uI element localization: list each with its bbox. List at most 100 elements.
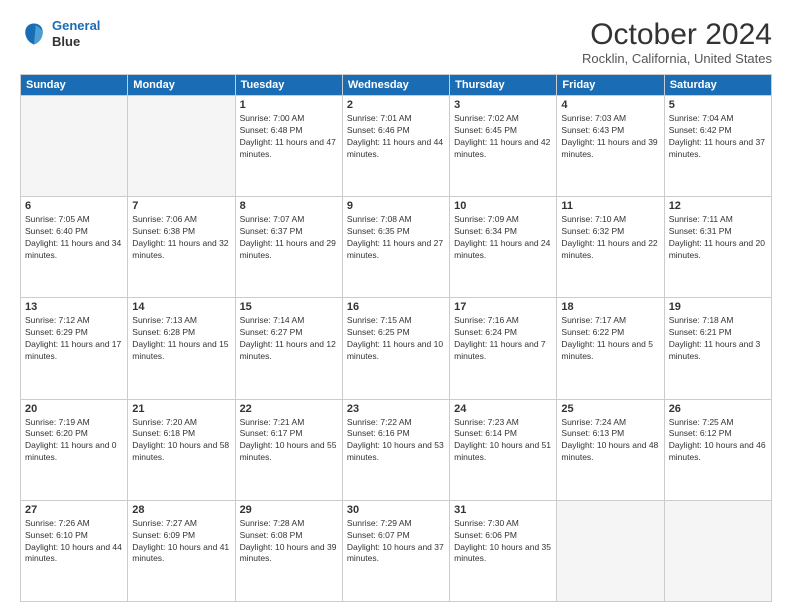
day-cell-6: 6Sunrise: 7:05 AMSunset: 6:40 PMDaylight… (21, 197, 128, 298)
week-row-4: 20Sunrise: 7:19 AMSunset: 6:20 PMDayligh… (21, 399, 772, 500)
week-row-2: 6Sunrise: 7:05 AMSunset: 6:40 PMDaylight… (21, 197, 772, 298)
day-info: Sunrise: 7:09 AMSunset: 6:34 PMDaylight:… (454, 214, 552, 262)
day-cell-28: 28 Sunrise: 7:27 AMSunset: 6:09 PMDayligh… (128, 500, 235, 601)
day-info: Sunrise: 7:12 AMSunset: 6:29 PMDaylight:… (25, 315, 123, 363)
day-cell-1: 1 Sunrise: 7:00 AMSunset: 6:48 PMDaylight… (235, 96, 342, 197)
day-info: Sunrise: 7:03 AMSunset: 6:43 PMDaylight:… (561, 113, 659, 161)
day-cell-21: 21Sunrise: 7:20 AMSunset: 6:18 PMDayligh… (128, 399, 235, 500)
day-info: Sunrise: 7:13 AMSunset: 6:28 PMDaylight:… (132, 315, 230, 363)
week-row-5: 27 Sunrise: 7:26 AMSunset: 6:10 PMDayligh… (21, 500, 772, 601)
day-cell-2: 2 Sunrise: 7:01 AMSunset: 6:46 PMDaylight… (342, 96, 449, 197)
day-cell-25: 25Sunrise: 7:24 AMSunset: 6:13 PMDayligh… (557, 399, 664, 500)
day-info: Sunrise: 7:10 AMSunset: 6:32 PMDaylight:… (561, 214, 659, 262)
day-info: Sunrise: 7:02 AMSunset: 6:45 PMDaylight:… (454, 113, 552, 161)
day-number: 8 (240, 200, 338, 212)
day-cell-10: 10 Sunrise: 7:09 AMSunset: 6:34 PMDayligh… (450, 197, 557, 298)
day-info: Sunrise: 7:26 AMSunset: 6:10 PMDaylight:… (25, 518, 123, 566)
calendar-table: SundayMondayTuesdayWednesdayThursdayFrid… (20, 74, 772, 602)
day-info: Sunrise: 7:07 AMSunset: 6:37 PMDaylight:… (240, 214, 338, 262)
day-number: 10 (454, 200, 552, 212)
day-number: 27 (25, 504, 123, 516)
day-cell-16: 16 Sunrise: 7:15 AMSunset: 6:25 PMDayligh… (342, 298, 449, 399)
logo-text: General Blue (52, 18, 100, 49)
day-cell-27: 27 Sunrise: 7:26 AMSunset: 6:10 PMDayligh… (21, 500, 128, 601)
page-title: October 2024 (582, 18, 772, 51)
day-number: 17 (454, 301, 552, 313)
day-number: 21 (132, 403, 230, 415)
logo-icon (20, 20, 48, 48)
empty-cell (21, 96, 128, 197)
day-number: 5 (669, 99, 767, 111)
day-number: 24 (454, 403, 552, 415)
weekday-header-saturday: Saturday (664, 75, 771, 96)
day-cell-24: 24 Sunrise: 7:23 AMSunset: 6:14 PMDayligh… (450, 399, 557, 500)
day-info: Sunrise: 7:17 AMSunset: 6:22 PMDaylight:… (561, 315, 659, 363)
day-info: Sunrise: 7:08 AMSunset: 6:35 PMDaylight:… (347, 214, 445, 262)
day-info: Sunrise: 7:16 AMSunset: 6:24 PMDaylight:… (454, 315, 552, 363)
day-cell-3: 3Sunrise: 7:02 AMSunset: 6:45 PMDaylight… (450, 96, 557, 197)
empty-cell (557, 500, 664, 601)
day-number: 29 (240, 504, 338, 516)
day-info: Sunrise: 7:06 AMSunset: 6:38 PMDaylight:… (132, 214, 230, 262)
day-number: 2 (347, 99, 445, 111)
weekday-header-friday: Friday (557, 75, 664, 96)
day-info: Sunrise: 7:28 AMSunset: 6:08 PMDaylight:… (240, 518, 338, 566)
day-number: 20 (25, 403, 123, 415)
empty-cell (128, 96, 235, 197)
day-cell-8: 8 Sunrise: 7:07 AMSunset: 6:37 PMDaylight… (235, 197, 342, 298)
day-info: Sunrise: 7:25 AMSunset: 6:12 PMDaylight:… (669, 417, 767, 465)
logo-general: General (52, 18, 100, 33)
day-number: 16 (347, 301, 445, 313)
logo: General Blue (20, 18, 100, 49)
day-info: Sunrise: 7:00 AMSunset: 6:48 PMDaylight:… (240, 113, 338, 161)
day-info: Sunrise: 7:05 AMSunset: 6:40 PMDaylight:… (25, 214, 123, 262)
day-cell-29: 29 Sunrise: 7:28 AMSunset: 6:08 PMDayligh… (235, 500, 342, 601)
day-info: Sunrise: 7:30 AMSunset: 6:06 PMDaylight:… (454, 518, 552, 566)
day-info: Sunrise: 7:27 AMSunset: 6:09 PMDaylight:… (132, 518, 230, 566)
day-info: Sunrise: 7:18 AMSunset: 6:21 PMDaylight:… (669, 315, 767, 363)
day-number: 30 (347, 504, 445, 516)
day-number: 11 (561, 200, 659, 212)
weekday-header-sunday: Sunday (21, 75, 128, 96)
logo-blue: Blue (52, 34, 100, 50)
day-cell-15: 15 Sunrise: 7:14 AMSunset: 6:27 PMDayligh… (235, 298, 342, 399)
day-info: Sunrise: 7:29 AMSunset: 6:07 PMDaylight:… (347, 518, 445, 566)
day-cell-12: 12Sunrise: 7:11 AMSunset: 6:31 PMDayligh… (664, 197, 771, 298)
day-number: 31 (454, 504, 552, 516)
day-number: 12 (669, 200, 767, 212)
week-row-3: 13Sunrise: 7:12 AMSunset: 6:29 PMDayligh… (21, 298, 772, 399)
day-info: Sunrise: 7:23 AMSunset: 6:14 PMDaylight:… (454, 417, 552, 465)
day-info: Sunrise: 7:15 AMSunset: 6:25 PMDaylight:… (347, 315, 445, 363)
empty-cell (664, 500, 771, 601)
page: General Blue October 2024 Rocklin, Calif… (0, 0, 792, 612)
day-cell-18: 18 Sunrise: 7:17 AMSunset: 6:22 PMDayligh… (557, 298, 664, 399)
day-info: Sunrise: 7:01 AMSunset: 6:46 PMDaylight:… (347, 113, 445, 161)
day-cell-5: 5 Sunrise: 7:04 AMSunset: 6:42 PMDaylight… (664, 96, 771, 197)
day-number: 15 (240, 301, 338, 313)
weekday-header-thursday: Thursday (450, 75, 557, 96)
day-number: 19 (669, 301, 767, 313)
day-cell-19: 19 Sunrise: 7:18 AMSunset: 6:21 PMDayligh… (664, 298, 771, 399)
day-info: Sunrise: 7:24 AMSunset: 6:13 PMDaylight:… (561, 417, 659, 465)
day-info: Sunrise: 7:14 AMSunset: 6:27 PMDaylight:… (240, 315, 338, 363)
day-number: 9 (347, 200, 445, 212)
day-number: 14 (132, 301, 230, 313)
day-number: 7 (132, 200, 230, 212)
day-number: 18 (561, 301, 659, 313)
day-number: 1 (240, 99, 338, 111)
day-number: 28 (132, 504, 230, 516)
day-number: 4 (561, 99, 659, 111)
weekday-header-monday: Monday (128, 75, 235, 96)
week-row-1: 1 Sunrise: 7:00 AMSunset: 6:48 PMDaylight… (21, 96, 772, 197)
weekday-header-wednesday: Wednesday (342, 75, 449, 96)
day-info: Sunrise: 7:22 AMSunset: 6:16 PMDaylight:… (347, 417, 445, 465)
day-number: 22 (240, 403, 338, 415)
day-info: Sunrise: 7:04 AMSunset: 6:42 PMDaylight:… (669, 113, 767, 161)
day-cell-7: 7 Sunrise: 7:06 AMSunset: 6:38 PMDaylight… (128, 197, 235, 298)
title-block: October 2024 Rocklin, California, United… (582, 18, 772, 66)
day-cell-26: 26 Sunrise: 7:25 AMSunset: 6:12 PMDayligh… (664, 399, 771, 500)
day-cell-9: 9 Sunrise: 7:08 AMSunset: 6:35 PMDaylight… (342, 197, 449, 298)
day-number: 26 (669, 403, 767, 415)
weekday-header-tuesday: Tuesday (235, 75, 342, 96)
day-cell-20: 20Sunrise: 7:19 AMSunset: 6:20 PMDayligh… (21, 399, 128, 500)
